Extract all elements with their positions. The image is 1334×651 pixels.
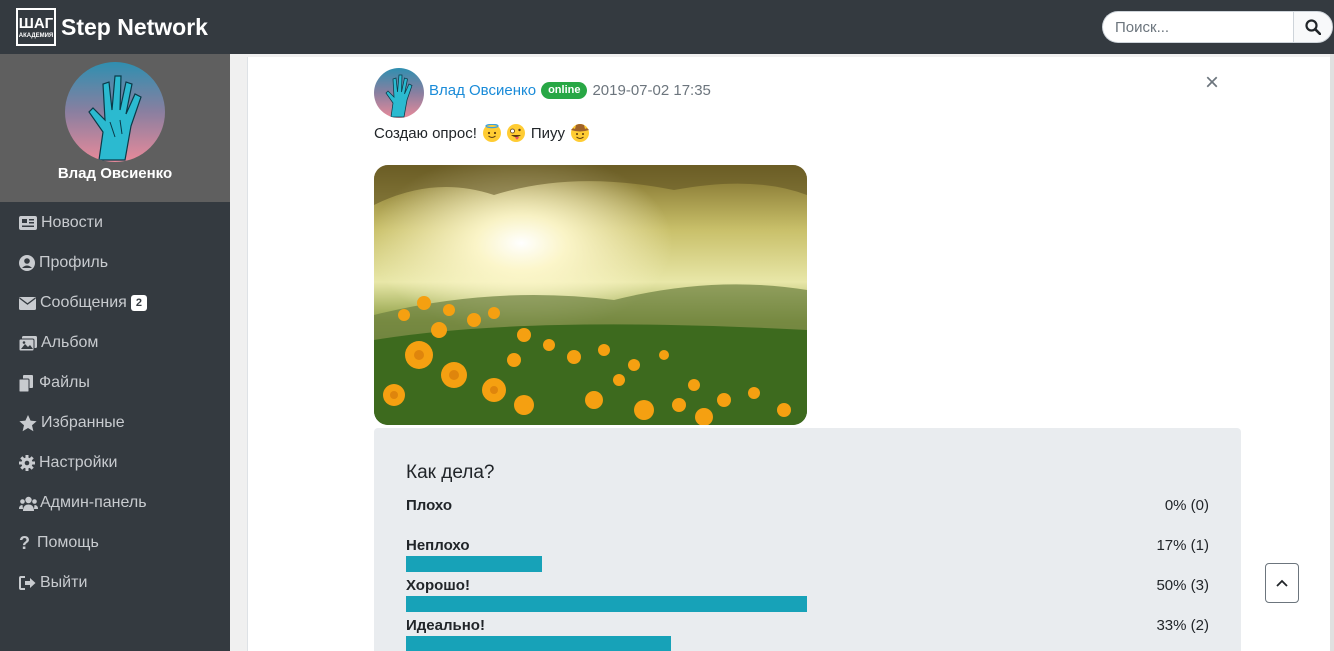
- question-icon: ?: [19, 532, 30, 553]
- sidebar-item-label: Помощь: [37, 534, 99, 551]
- user-circle-icon: [19, 255, 35, 271]
- poll-option-bar[interactable]: [406, 556, 543, 572]
- post-text-main: Создаю опрос!: [374, 124, 477, 142]
- star-icon: [19, 414, 37, 431]
- sidebar-item-settings[interactable]: Настройки: [19, 451, 117, 475]
- sidebar-item-favorites[interactable]: Избранные: [19, 411, 125, 435]
- logo-text: ШАГ: [18, 14, 54, 32]
- sign-out-icon: [19, 576, 36, 590]
- post-header: Влад Овсиенко online 2019-07-02 17:35: [429, 82, 711, 99]
- sidebar-item-label: Профиль: [39, 254, 109, 271]
- logo-subtext: АКАДЕМИЯ: [18, 32, 54, 39]
- poll-option-result: 33% (2): [1156, 617, 1209, 634]
- poll: Как дела? Плохо 0% (0) Неплохо 17% (1) Х…: [374, 428, 1241, 651]
- sidebar-item-label: Файлы: [39, 374, 90, 391]
- sidebar-item-label: Альбом: [41, 334, 99, 351]
- poll-question: Как дела?: [406, 462, 495, 483]
- post-image[interactable]: [374, 165, 807, 425]
- envelope-icon: [19, 296, 36, 310]
- post-card: Влад Овсиенко online 2019-07-02 17:35 × …: [247, 57, 1330, 651]
- close-icon[interactable]: ×: [1205, 69, 1219, 97]
- sidebar-item-profile[interactable]: Профиль: [19, 251, 108, 275]
- poll-option-label: Плохо: [406, 497, 453, 514]
- sidebar-item-news[interactable]: Новости: [19, 211, 103, 235]
- poll-option-label: Идеально!: [406, 617, 485, 634]
- users-cog-icon: [19, 496, 38, 511]
- poll-option-label: Хорошо!: [406, 577, 470, 594]
- search-form: [1102, 11, 1333, 43]
- sidebar-item-admin[interactable]: Админ-панель: [19, 491, 147, 515]
- scroll-to-top-button[interactable]: [1265, 563, 1299, 603]
- poll-option-result: 17% (1): [1156, 537, 1209, 554]
- poll-option-result: 50% (3): [1156, 577, 1209, 594]
- top-navbar: ШАГ АКАДЕМИЯ Step Network: [0, 0, 1334, 54]
- sidebar-item-label: Новости: [41, 214, 103, 231]
- sidebar-user-name[interactable]: Влад Овсиенко: [0, 165, 230, 182]
- unread-badge: 2: [130, 295, 147, 311]
- avatar-hand-image: [374, 68, 424, 118]
- poll-option-label: Неплохо: [406, 537, 470, 554]
- meadow-sunset-image: [374, 165, 807, 425]
- poll-option-bar-track: [406, 636, 1208, 651]
- sidebar-item-messages[interactable]: Сообщения 2: [19, 291, 147, 315]
- poll-option-result: 0% (0): [1164, 497, 1209, 514]
- brand-name[interactable]: Step Network: [61, 14, 208, 41]
- avatar[interactable]: [65, 62, 165, 162]
- sidebar: Влад Овсиенко Новости Профиль Сообщения …: [0, 54, 230, 651]
- newspaper-icon: [19, 216, 37, 230]
- sidebar-item-label: Админ-панель: [40, 494, 147, 511]
- halo-emoji-icon: [482, 124, 501, 142]
- search-input[interactable]: [1102, 11, 1293, 43]
- brand-logo: ШАГ АКАДЕМИЯ: [16, 8, 56, 46]
- post-author-avatar[interactable]: [374, 68, 424, 118]
- zany-face-emoji-icon: [506, 124, 525, 142]
- sidebar-item-label: Избранные: [41, 414, 125, 431]
- sidebar-item-label: Выйти: [40, 574, 88, 591]
- cowboy-emoji-icon: [571, 124, 590, 142]
- poll-option-bar[interactable]: [406, 636, 671, 651]
- sidebar-item-label: Сообщения: [40, 294, 127, 311]
- brand[interactable]: ШАГ АКАДЕМИЯ Step Network: [16, 7, 208, 47]
- poll-option-bar[interactable]: [406, 596, 807, 612]
- search-icon: [1305, 19, 1321, 35]
- search-button[interactable]: [1293, 11, 1333, 43]
- poll-option-bar-track: [406, 556, 1208, 572]
- sidebar-item-files[interactable]: Файлы: [19, 371, 90, 395]
- online-status-badge: online: [541, 82, 588, 99]
- sidebar-item-logout[interactable]: Выйти: [19, 571, 87, 595]
- post-text-tail: Пиуу: [530, 124, 566, 142]
- sidebar-item-help[interactable]: ? Помощь: [19, 531, 99, 555]
- gear-icon: [19, 455, 35, 471]
- files-icon: [19, 374, 33, 392]
- post-text: Создаю опрос! Пиуу: [374, 124, 592, 142]
- sidebar-item-label: Настройки: [39, 454, 118, 471]
- post-author-link[interactable]: Влад Овсиенко: [429, 82, 536, 99]
- sidebar-item-album[interactable]: Альбом: [19, 331, 98, 355]
- main-content: Влад Овсиенко online 2019-07-02 17:35 × …: [230, 54, 1334, 651]
- sidebar-profile: Влад Овсиенко: [0, 54, 230, 202]
- avatar-hand-image: [65, 62, 165, 162]
- images-icon: [19, 335, 37, 351]
- chevron-up-icon: [1276, 579, 1288, 587]
- page-scrollbar[interactable]: [1330, 54, 1334, 651]
- poll-option-bar-track: [406, 516, 1208, 532]
- poll-option-bar-track: [406, 596, 1208, 612]
- post-date: 2019-07-02 17:35: [592, 82, 711, 99]
